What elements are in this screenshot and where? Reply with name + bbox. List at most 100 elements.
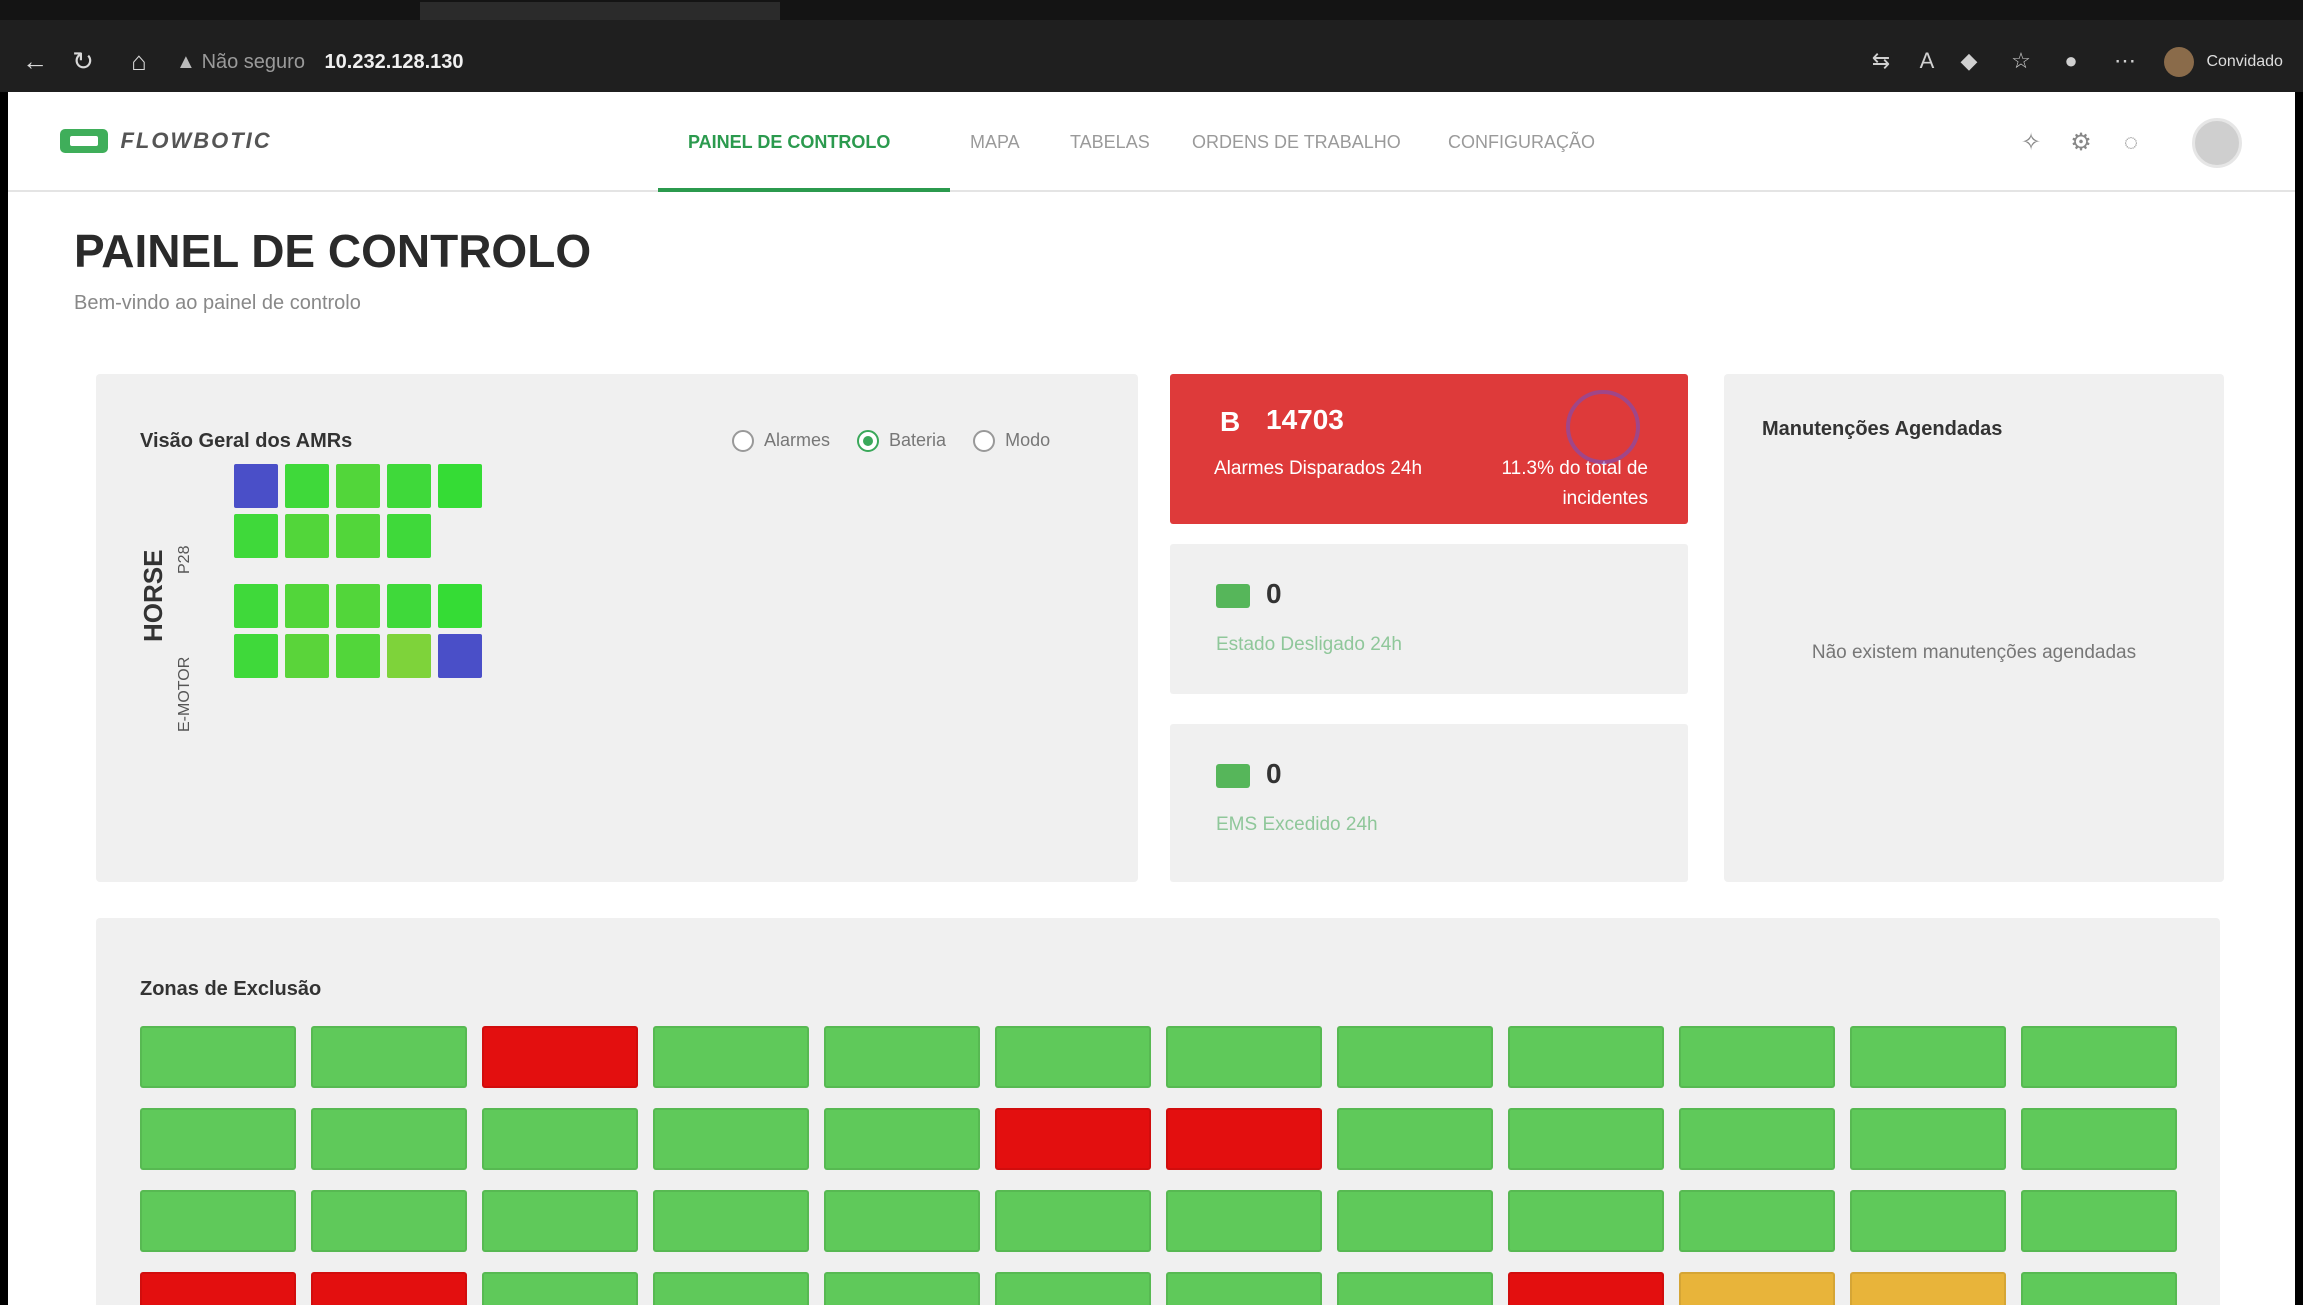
amr-status-cell[interactable] xyxy=(438,584,482,628)
exclusion-zone-tile[interactable] xyxy=(1850,1190,2006,1252)
exclusion-zone-tile[interactable] xyxy=(140,1272,296,1305)
amr-status-cell[interactable] xyxy=(285,514,329,558)
notification-icon[interactable]: ◌ xyxy=(2116,128,2146,158)
exclusion-zone-tile[interactable] xyxy=(653,1190,809,1252)
avatar[interactable] xyxy=(2192,118,2242,168)
amr-status-cell[interactable] xyxy=(438,464,482,508)
exclusion-zone-tile[interactable] xyxy=(311,1190,467,1252)
amr-status-cell[interactable] xyxy=(438,634,482,678)
radio-bateria-dot[interactable] xyxy=(857,430,880,453)
exclusion-zone-tile[interactable] xyxy=(1508,1272,1664,1305)
tab-configuracao[interactable]: CONFIGURAÇÃO xyxy=(1448,122,1595,192)
home-icon[interactable]: ⌂ xyxy=(122,44,156,78)
amr-status-cell[interactable] xyxy=(234,464,278,508)
exclusion-zone-tile[interactable] xyxy=(1337,1190,1493,1252)
settings-icon[interactable]: ⚙ xyxy=(2066,128,2096,158)
exclusion-zone-tile[interactable] xyxy=(1508,1026,1664,1088)
more-icon[interactable]: ⋯ xyxy=(2110,46,2140,76)
radio-modo[interactable]: Modo xyxy=(973,430,1050,453)
exclusion-zone-tile[interactable] xyxy=(653,1026,809,1088)
amr-status-cell[interactable] xyxy=(285,584,329,628)
exclusion-zone-tile[interactable] xyxy=(2021,1108,2177,1170)
profile-button[interactable]: Convidado xyxy=(2164,44,2283,80)
amr-status-cell[interactable] xyxy=(336,514,380,558)
alarms-card[interactable]: B 14703 Alarmes Disparados 24h 11.3% do … xyxy=(1170,374,1688,524)
tab-tabelas[interactable]: TABELAS xyxy=(1070,122,1150,192)
read-aloud-icon[interactable]: A xyxy=(1912,46,1942,76)
exclusion-zone-tile[interactable] xyxy=(482,1026,638,1088)
exclusion-zone-tile[interactable] xyxy=(1337,1272,1493,1305)
amr-status-cell[interactable] xyxy=(387,514,431,558)
exclusion-zone-tile[interactable] xyxy=(1679,1190,1835,1252)
exclusion-zone-tile[interactable] xyxy=(1337,1026,1493,1088)
exclusion-zone-tile[interactable] xyxy=(995,1190,1151,1252)
exclusion-zone-tile[interactable] xyxy=(824,1272,980,1305)
exclusion-zone-tile[interactable] xyxy=(1850,1108,2006,1170)
translate-icon[interactable]: ⇆ xyxy=(1866,46,1896,76)
exclusion-zone-tile[interactable] xyxy=(1166,1190,1322,1252)
radio-modo-dot[interactable] xyxy=(973,430,996,453)
exclusion-zone-tile[interactable] xyxy=(824,1108,980,1170)
radio-alarmes-dot[interactable] xyxy=(732,430,754,453)
ems-exceeded-card[interactable]: 0 EMS Excedido 24h xyxy=(1170,724,1688,882)
favorites-icon[interactable]: ☆ xyxy=(2006,46,2036,76)
amr-status-cell[interactable] xyxy=(285,464,329,508)
exclusion-zone-tile[interactable] xyxy=(1337,1108,1493,1170)
amr-status-cell[interactable] xyxy=(336,464,380,508)
exclusion-zone-tile[interactable] xyxy=(482,1190,638,1252)
language-icon[interactable]: ✧ xyxy=(2016,128,2046,158)
tab-painel-de-controlo[interactable]: PAINEL DE CONTROLO xyxy=(658,122,950,192)
amr-status-cell[interactable] xyxy=(387,634,431,678)
exclusion-zone-tile[interactable] xyxy=(824,1190,980,1252)
exclusion-zone-tile[interactable] xyxy=(1850,1026,2006,1088)
exclusion-zone-tile[interactable] xyxy=(1679,1108,1835,1170)
exclusion-zone-tile[interactable] xyxy=(140,1108,296,1170)
extension-icon[interactable]: ◆ xyxy=(1954,46,1984,76)
exclusion-zone-tile[interactable] xyxy=(1850,1272,2006,1305)
amr-status-cell[interactable] xyxy=(285,634,329,678)
tab-mapa[interactable]: MAPA xyxy=(970,122,1020,192)
radio-bateria[interactable]: Bateria xyxy=(857,430,946,453)
amr-subgroup-label-p28: P28 xyxy=(176,545,193,574)
exclusion-zone-tile[interactable] xyxy=(1166,1108,1322,1170)
amr-status-cell[interactable] xyxy=(336,584,380,628)
address-bar[interactable]: ▲ Não seguro 10.232.128.130 xyxy=(176,42,1836,82)
exclusion-zone-tile[interactable] xyxy=(311,1026,467,1088)
exclusion-zone-tile[interactable] xyxy=(311,1272,467,1305)
exclusion-zone-tile[interactable] xyxy=(311,1108,467,1170)
exclusion-zone-tile[interactable] xyxy=(1166,1272,1322,1305)
reload-icon[interactable]: ↻ xyxy=(66,44,100,78)
exclusion-zone-tile[interactable] xyxy=(140,1026,296,1088)
status-off-card[interactable]: 0 Estado Desligado 24h xyxy=(1170,544,1688,694)
exclusion-zone-tile[interactable] xyxy=(482,1108,638,1170)
exclusion-zone-tile[interactable] xyxy=(1679,1272,1835,1305)
exclusion-zone-tile[interactable] xyxy=(482,1272,638,1305)
exclusion-zone-tile[interactable] xyxy=(140,1190,296,1252)
logo[interactable]: FLOWBOTIC xyxy=(60,128,272,156)
amr-status-cell[interactable] xyxy=(234,514,278,558)
exclusion-zone-tile[interactable] xyxy=(1508,1108,1664,1170)
exclusion-zone-tile[interactable] xyxy=(2021,1272,2177,1305)
exclusion-zone-tile[interactable] xyxy=(995,1108,1151,1170)
exclusion-zone-tile[interactable] xyxy=(824,1026,980,1088)
amr-status-cell[interactable] xyxy=(387,584,431,628)
exclusion-zone-tile[interactable] xyxy=(653,1108,809,1170)
exclusion-zone-tile[interactable] xyxy=(653,1272,809,1305)
browser-tab[interactable] xyxy=(90,2,270,20)
amr-status-cell[interactable] xyxy=(234,634,278,678)
radio-alarmes[interactable]: Alarmes xyxy=(732,430,830,453)
exclusion-zone-tile[interactable] xyxy=(995,1272,1151,1305)
amr-status-cell[interactable] xyxy=(234,584,278,628)
amr-status-cell[interactable] xyxy=(387,464,431,508)
exclusion-zone-tile[interactable] xyxy=(995,1026,1151,1088)
amr-status-cell[interactable] xyxy=(336,634,380,678)
back-icon[interactable]: ← xyxy=(18,44,52,78)
exclusion-zone-tile[interactable] xyxy=(1508,1190,1664,1252)
browser-tab-active[interactable] xyxy=(420,2,780,20)
tab-ordens-de-trabalho[interactable]: ORDENS DE TRABALHO xyxy=(1192,122,1401,192)
exclusion-zone-tile[interactable] xyxy=(1679,1026,1835,1088)
exclusion-zone-tile[interactable] xyxy=(1166,1026,1322,1088)
exclusion-zone-tile[interactable] xyxy=(2021,1190,2177,1252)
account-icon[interactable]: ● xyxy=(2056,46,2086,76)
exclusion-zone-tile[interactable] xyxy=(2021,1026,2177,1088)
